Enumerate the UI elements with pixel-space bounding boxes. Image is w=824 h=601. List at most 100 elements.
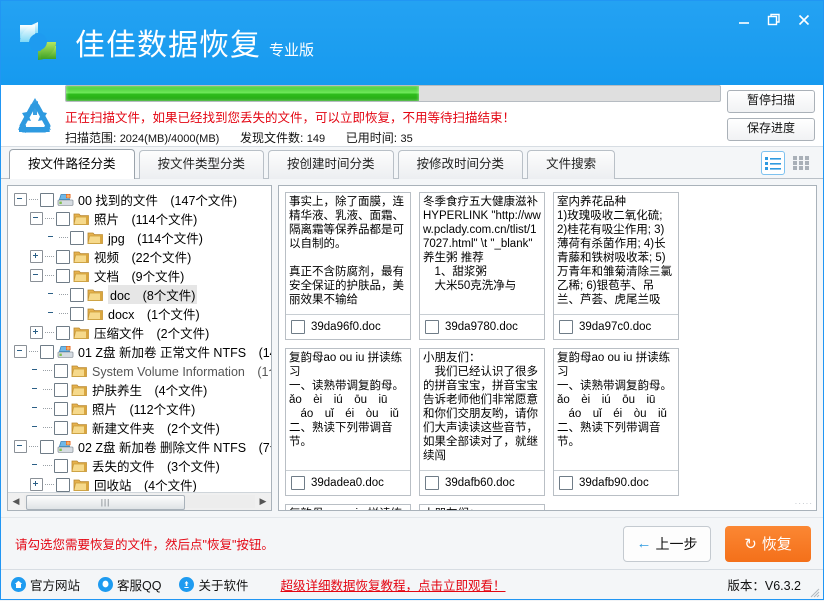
file-checkbox[interactable] [559, 320, 573, 334]
minimize-button[interactable] [729, 7, 759, 33]
collapse-node-icon[interactable] [14, 440, 27, 453]
tree-node[interactable]: 02 Z盘 新加卷 删除文件 NTFS (7个文件) [14, 437, 271, 456]
tree-node[interactable]: 丢失的文件 (3个文件) [14, 456, 271, 475]
file-card[interactable]: 复韵母ao ou iu 拼读练习 一、读熟带调复韵母。 ǎo èi iú ōu … [553, 348, 679, 496]
tree-node-label: 00 找到的文件 (147个文件) [78, 194, 238, 208]
tab-3[interactable]: 按修改时间分类 [397, 150, 524, 179]
recover-button[interactable]: ↻ 恢复 [725, 525, 811, 562]
tree-node-label: doc (8个文件) [108, 285, 198, 304]
file-card-grid: 事实上，除了面膜，连精华液、乳液、面霜、隔离霜等保养品都是可以自制的。 真正不含… [285, 192, 811, 510]
tree-node-label: docx (1个文件) [108, 308, 200, 322]
file-card[interactable]: 复韵母ao ou iu 拼读练习 一、读熟带调复韵母。 ǎo èi iú ōu … [285, 504, 411, 510]
tree-node-checkbox[interactable] [54, 420, 68, 435]
close-button[interactable] [789, 7, 819, 33]
pause-scan-button[interactable]: 暂停扫描 [727, 90, 815, 113]
tree-node-checkbox[interactable] [70, 287, 84, 302]
save-progress-button[interactable]: 保存进度 [727, 118, 815, 141]
file-card[interactable]: 室内养花品种 1)玫瑰吸收二氧化硫; 2)桂花有吸尘作用; 3)薄荷有杀菌作用;… [553, 192, 679, 340]
tree-node[interactable]: 压缩文件 (2个文件) [14, 323, 271, 342]
tree-horizontal-scrollbar[interactable]: ◀ ||| ▶ [8, 492, 271, 510]
file-checkbox[interactable] [425, 320, 439, 334]
home-icon [11, 577, 26, 592]
tab-4[interactable]: 文件搜索 [527, 150, 616, 179]
maximize-button[interactable] [759, 7, 789, 33]
scroll-left-arrow[interactable]: ◀ [8, 496, 24, 507]
tree-node-checkbox[interactable] [56, 211, 70, 226]
tree-node[interactable]: 照片 (114个文件) [14, 209, 271, 228]
file-tree[interactable]: 00 找到的文件 (147个文件) 照片 (114个文件) jpg (114个文件)… [8, 186, 271, 492]
tree-node[interactable]: System Volume Information (1个文件) [14, 361, 271, 380]
scan-range-value: 2024(MB)/4000(MB) [119, 133, 220, 145]
tab-2[interactable]: 按创建时间分类 [268, 150, 394, 179]
tree-node[interactable]: 照片 (112个文件) [14, 399, 271, 418]
tree-node[interactable]: 01 Z盘 新加卷 正常文件 NTFS (141个文件) [14, 342, 271, 361]
tree-node-label: 文档 (9个文件) [94, 270, 185, 284]
tree-node-checkbox[interactable] [40, 192, 54, 207]
collapse-node-icon[interactable] [14, 193, 27, 206]
scroll-thumb[interactable]: ||| [26, 495, 186, 510]
grid-view-button[interactable] [789, 151, 813, 175]
file-name-label: 39dafb90.doc [579, 477, 649, 489]
file-card[interactable]: 冬季食疗五大健康滋补 HYPERLINK "http://www.pclady.… [419, 192, 545, 340]
tree-node[interactable]: doc (8个文件) [14, 285, 271, 304]
tree-node[interactable]: 文档 (9个文件) [14, 266, 271, 285]
resize-grip[interactable] [810, 587, 820, 598]
refresh-icon: ↻ [744, 535, 757, 553]
collapse-node-icon[interactable] [30, 269, 43, 282]
file-card[interactable]: 小朋友们： 我们已经认识了很多的拼音宝宝，拼音宝宝告诉老师他们非常愿意和你们交朋… [419, 504, 545, 510]
tree-node[interactable]: jpg (114个文件) [14, 228, 271, 247]
tree-node[interactable]: 护肤养生 (4个文件) [14, 380, 271, 399]
scroll-track[interactable]: ||| [24, 495, 255, 510]
tree-node-checkbox[interactable] [56, 249, 70, 264]
tutorial-link[interactable]: 超级详细数据恢复教程，点击立即观看！ [280, 575, 505, 594]
file-checkbox[interactable] [559, 476, 573, 490]
tree-connector [43, 407, 52, 410]
tab-0[interactable]: 按文件路径分类 [9, 149, 135, 179]
tree-node[interactable]: docx (1个文件) [14, 304, 271, 323]
collapse-node-icon[interactable] [30, 212, 43, 225]
scroll-right-arrow[interactable]: ▶ [255, 496, 271, 507]
file-checkbox[interactable] [291, 320, 305, 334]
about-software-link[interactable]: 关于软件 [179, 575, 248, 594]
folder-icon [71, 383, 88, 397]
tree-node-checkbox[interactable] [56, 325, 70, 340]
brand-text: 佳佳数据恢复 专业版 [75, 20, 314, 64]
tree-node-label: 丢失的文件 (3个文件) [92, 460, 220, 474]
tree-node-checkbox[interactable] [70, 306, 84, 321]
previous-step-button[interactable]: ← 上一步 [623, 525, 711, 562]
tree-node-checkbox[interactable] [56, 477, 70, 492]
file-preview-text: 小朋友们： 我们已经认识了很多的拼音宝宝，拼音宝宝告诉老师他们非常愿意和你们交朋… [423, 352, 538, 462]
expand-node-icon[interactable] [30, 478, 43, 491]
expand-node-icon[interactable] [30, 250, 43, 263]
file-card[interactable]: 复韵母ao ou iu 拼读练习 一、读熟带调复韵母。 ǎo èi iú ōu … [285, 348, 411, 496]
folder-icon [87, 231, 104, 245]
file-checkbox[interactable] [425, 476, 439, 490]
file-name-label: 39dadea0.doc [311, 477, 384, 489]
tree-node[interactable]: 新建文件夹 (2个文件) [14, 418, 271, 437]
tree-node-checkbox[interactable] [56, 268, 70, 283]
scan-elapsed-value: 35 [400, 133, 413, 145]
file-checkbox[interactable] [291, 476, 305, 490]
expand-node-icon[interactable] [30, 326, 43, 339]
tree-node-checkbox[interactable] [40, 439, 54, 454]
list-view-button[interactable] [761, 151, 785, 175]
tree-node[interactable]: 00 找到的文件 (147个文件) [14, 190, 271, 209]
file-tree-panel: 00 找到的文件 (147个文件) 照片 (114个文件) jpg (114个文件)… [7, 185, 272, 511]
tree-node-checkbox[interactable] [54, 363, 68, 378]
tree-node-checkbox[interactable] [54, 458, 68, 473]
file-card[interactable]: 小朋友们： 我们已经认识了很多的拼音宝宝，拼音宝宝告诉老师他们非常愿意和你们交朋… [419, 348, 545, 496]
tab-1[interactable]: 按文件类型分类 [138, 150, 265, 179]
folder-icon [73, 269, 90, 283]
support-qq-link[interactable]: 客服QQ [98, 575, 161, 594]
scan-status-panel: 正在扫描文件，如果已经找到您丢失的文件，可以立即恢复，不用等待扫描结束！ 扫描范… [1, 85, 823, 147]
tree-node-checkbox[interactable] [70, 230, 84, 245]
collapse-node-icon[interactable] [14, 345, 27, 358]
tree-node[interactable]: 回收站 (4个文件) [14, 475, 271, 492]
tree-node-checkbox[interactable] [40, 344, 54, 359]
tree-node-checkbox[interactable] [54, 382, 68, 397]
tree-node[interactable]: 视频 (22个文件) [14, 247, 271, 266]
tree-node-checkbox[interactable] [54, 401, 68, 416]
official-website-link[interactable]: 官方网站 [11, 575, 80, 594]
scan-range-label: 扫描范围 [65, 131, 114, 145]
file-card[interactable]: 事实上，除了面膜，连精华液、乳液、面霜、隔离霜等保养品都是可以自制的。 真正不含… [285, 192, 411, 340]
